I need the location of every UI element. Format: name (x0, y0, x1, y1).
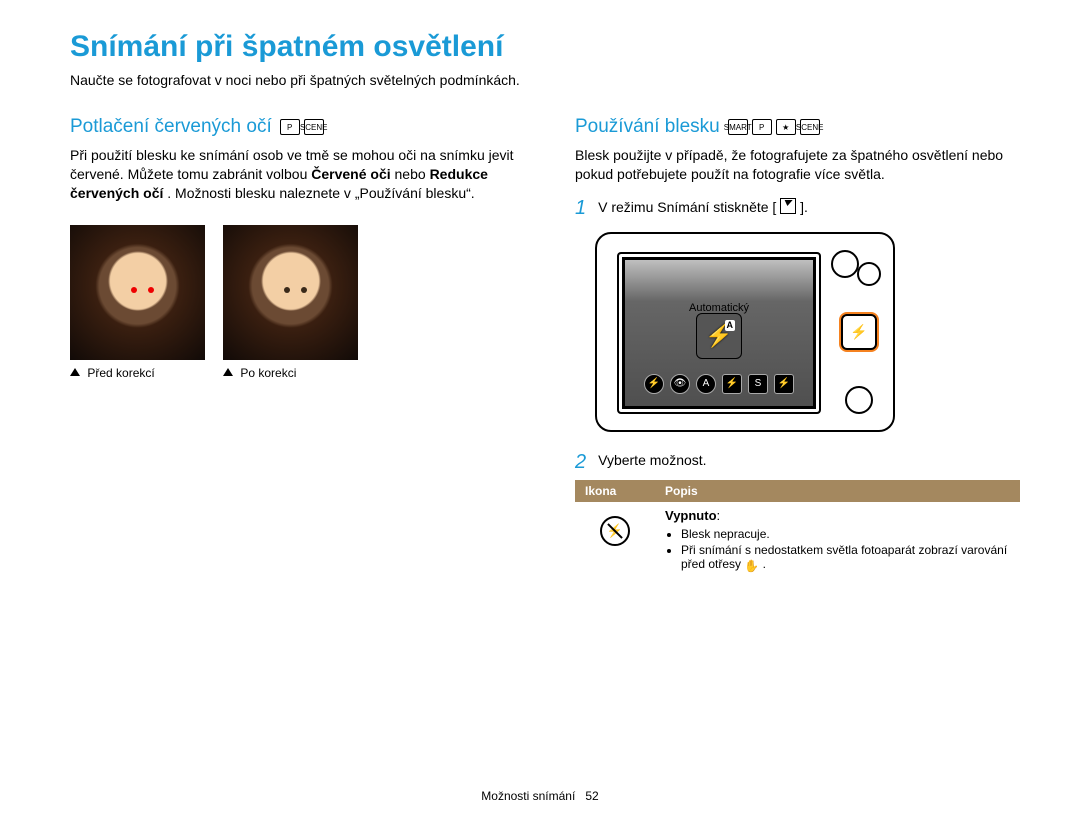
redeye-paragraph: Při použití blesku ke snímání osob ve tm… (70, 146, 515, 203)
off-bullet-1: Blesk nepracuje. (681, 527, 1010, 541)
camera-illustration: Automatický ⚡ A ⚡ 👁 A ⚡ S ⚡ ⚡ (595, 232, 895, 432)
camera-flash-physical-button: ⚡ (841, 314, 877, 350)
th-desc: Popis (655, 480, 1020, 502)
flash-option-slow-icon: S (748, 374, 768, 394)
mode-icon-scene: SCENE (304, 119, 324, 135)
mode-icon-scene2: SCENE (800, 119, 820, 135)
footer-section: Možnosti snímání (481, 789, 575, 803)
sample-images: Před korekcí Po korekci (70, 225, 515, 380)
options-row-off: ⚡ Vypnuto: Blesk nepracuje. Při snímání … (575, 502, 1020, 579)
left-column: Potlačení červených očí P SCENE Při použ… (70, 116, 515, 579)
cell-desc-off: Vypnuto: Blesk nepracuje. Při snímání s … (655, 502, 1020, 579)
page-title: Snímání při špatném osvětlení (70, 30, 1020, 64)
redeye-heading: Potlačení červených očí (70, 116, 272, 138)
flash-option-redeye2-icon: ⚡ (774, 374, 794, 394)
right-column: Používání blesku SMART P ★ SCENE Blesk p… (575, 116, 1020, 579)
flash-heading: Používání blesku (575, 116, 720, 138)
mode-icon-p2: P (752, 119, 772, 135)
step-2-number: 2 (575, 452, 586, 472)
step-1-text: V režimu Snímání stiskněte [ ]. (598, 198, 808, 218)
off-b2-a: Při snímání s nedostatkem světla fotoapa… (681, 543, 1007, 571)
auto-a-badge: A (725, 320, 736, 331)
mode-icon-p: P (280, 119, 300, 135)
eye-normal-right (301, 287, 307, 293)
face-before (70, 225, 205, 360)
redeye-text-c: . Možnosti blesku naleznete v „Používání… (167, 185, 474, 201)
camera-button-bottom (845, 386, 873, 414)
intro-text: Naučte se fotografovat v noci nebo při š… (70, 72, 1020, 88)
main-columns: Potlačení červených očí P SCENE Při použ… (70, 116, 1020, 579)
triangle-icon (70, 368, 80, 376)
flash-option-redeye-icon: 👁 (670, 374, 690, 394)
redeye-strong-1: Červené oči (311, 166, 390, 182)
off-title: Vypnuto (665, 508, 717, 523)
caption-after: Po korekci (223, 366, 358, 380)
off-bullet-2: Při snímání s nedostatkem světla fotoapa… (681, 543, 1010, 571)
camera-center-icon: ⚡ A (696, 313, 742, 359)
step1-after: ]. (800, 199, 808, 215)
step1-before: V režimu Snímání stiskněte [ (598, 199, 776, 215)
eye-red-left (131, 287, 137, 293)
flash-off-icon: ⚡ (600, 516, 630, 546)
step-1-number: 1 (575, 198, 586, 218)
redeye-heading-row: Potlačení červených očí P SCENE (70, 116, 515, 138)
options-table-header: Ikona Popis (575, 480, 1020, 502)
eye-normal-left (284, 287, 290, 293)
sample-after: Po korekci (223, 225, 358, 380)
step-1: 1 V režimu Snímání stiskněte [ ]. (575, 198, 1020, 218)
triangle-icon (223, 368, 233, 376)
caption-before: Před korekcí (70, 366, 205, 380)
step-2: 2 Vyberte možnost. (575, 452, 1020, 472)
off-b2-b: . (763, 557, 766, 571)
caption-before-text: Před korekcí (87, 366, 154, 380)
footer-page-number: 52 (585, 789, 598, 803)
face-after (223, 225, 358, 360)
page-footer: Možnosti snímání 52 (0, 789, 1080, 803)
camera-button-top2 (857, 262, 881, 286)
flash-option-auto-icon: A (696, 374, 716, 394)
flash-option-off-icon: ⚡ (644, 374, 664, 394)
camera-flash-options: ⚡ 👁 A ⚡ S ⚡ (619, 374, 819, 394)
th-icon: Ikona (575, 480, 655, 502)
options-table: Ikona Popis ⚡ Vypnuto: Blesk nepracuje. … (575, 480, 1020, 579)
off-bullets: Blesk nepracuje. Při snímání s nedostatk… (665, 527, 1010, 571)
redeye-mode-icons: P SCENE (280, 119, 324, 135)
cell-icon-off: ⚡ (575, 502, 655, 579)
flash-mode-icons: SMART P ★ SCENE (728, 119, 820, 135)
mode-icon-smart: SMART (728, 119, 748, 135)
flash-paragraph: Blesk použijte v případě, že fotografuje… (575, 146, 1020, 184)
flash-option-fill-icon: ⚡ (722, 374, 742, 394)
step-2-text: Vyberte možnost. (598, 452, 706, 472)
flash-icon: ⚡ (850, 323, 867, 340)
sample-before: Před korekcí (70, 225, 205, 380)
camera-screen: Automatický ⚡ A ⚡ 👁 A ⚡ S ⚡ (617, 252, 821, 414)
eye-red-right (148, 287, 154, 293)
redeye-text-b: nebo (395, 166, 430, 182)
caption-after-text: Po korekci (240, 366, 296, 380)
shake-hand-icon: ✋ (744, 559, 759, 573)
mode-icon-star: ★ (776, 119, 796, 135)
flash-button-icon (780, 198, 796, 214)
flash-heading-row: Používání blesku SMART P ★ SCENE (575, 116, 1020, 138)
camera-button-top1 (831, 250, 859, 278)
